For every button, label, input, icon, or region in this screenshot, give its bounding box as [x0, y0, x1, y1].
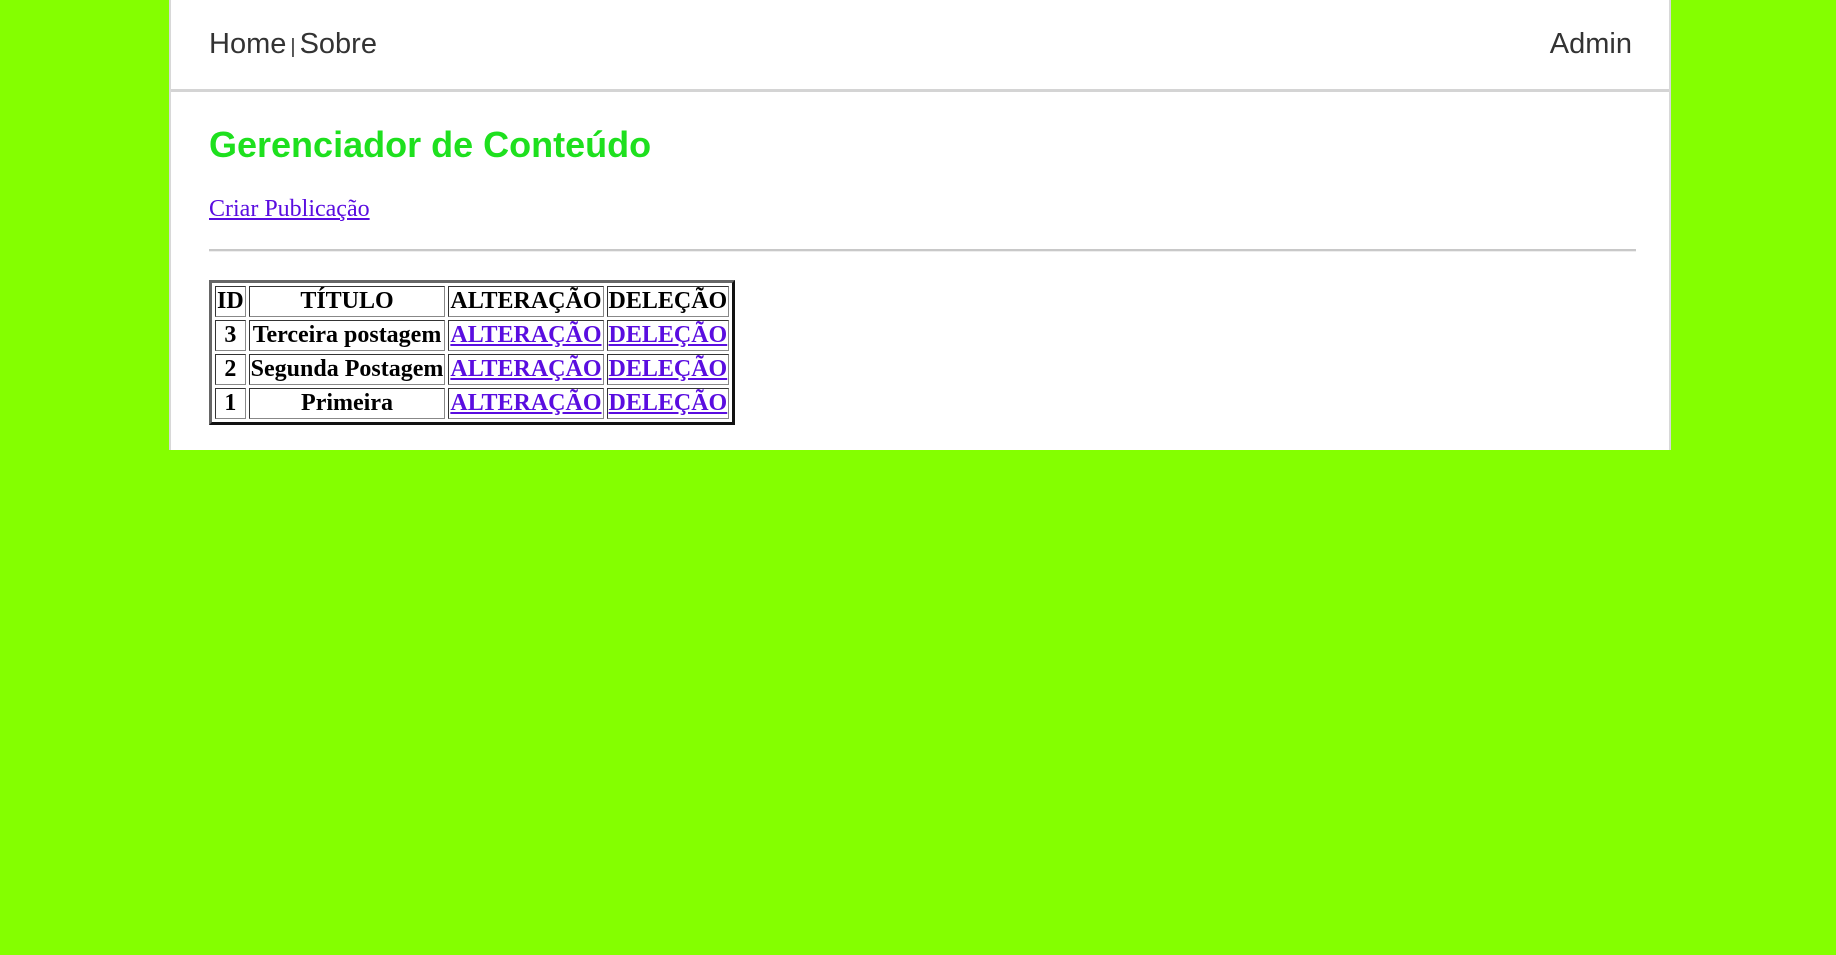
posts-table: ID TÍTULO ALTERAÇÃO DELEÇÃO 3 Terceira p…: [209, 280, 736, 425]
delete-link[interactable]: DELEÇÃO: [609, 356, 728, 382]
table-row: 3 Terceira postagem ALTERAÇÃO DELEÇÃO: [215, 320, 730, 351]
table-row: 2 Segunda Postagem ALTERAÇÃO DELEÇÃO: [215, 354, 730, 385]
page-title: Gerenciador de Conteúdo: [209, 124, 652, 165]
edit-link[interactable]: ALTERAÇÃO: [450, 390, 601, 416]
nav-home-link[interactable]: Home: [209, 28, 286, 60]
row-delete-cell: DELEÇÃO: [606, 320, 730, 351]
row-id: 2: [215, 354, 246, 385]
header-delete: DELEÇÃO: [606, 286, 730, 317]
nav-separator: |: [290, 36, 296, 58]
row-edit-cell: ALTERAÇÃO: [448, 320, 604, 351]
nav-admin-link[interactable]: Admin: [1550, 28, 1632, 60]
edit-link[interactable]: ALTERAÇÃO: [450, 356, 601, 382]
header-id: ID: [215, 286, 246, 317]
row-delete-cell: DELEÇÃO: [606, 388, 730, 419]
header-title: TÍTULO: [248, 286, 446, 317]
top-navigation: Home | Sobre Admin: [171, 0, 1669, 92]
page-container: Home | Sobre Admin Gerenciador de Conteúdo…: [169, 0, 1671, 450]
row-id: 3: [215, 320, 246, 351]
nav-right-links: Admin: [1550, 26, 1632, 62]
table-row: 1 Primeira ALTERAÇÃO DELEÇÃO: [215, 388, 730, 419]
divider: [209, 249, 1636, 252]
nav-about-link[interactable]: Sobre: [300, 28, 377, 60]
row-edit-cell: ALTERAÇÃO: [448, 388, 604, 419]
row-edit-cell: ALTERAÇÃO: [448, 354, 604, 385]
delete-link[interactable]: DELEÇÃO: [609, 390, 728, 416]
row-id: 1: [215, 388, 246, 419]
edit-link[interactable]: ALTERAÇÃO: [450, 322, 601, 348]
nav-left-links: Home | Sobre: [209, 26, 377, 65]
row-delete-cell: DELEÇÃO: [606, 354, 730, 385]
header-edit: ALTERAÇÃO: [448, 286, 604, 317]
row-title: Terceira postagem: [248, 320, 446, 351]
table-header-row: ID TÍTULO ALTERAÇÃO DELEÇÃO: [215, 286, 730, 317]
create-post-link[interactable]: Criar Publicação: [209, 193, 370, 225]
delete-link[interactable]: DELEÇÃO: [609, 322, 728, 348]
row-title: Primeira: [248, 388, 446, 419]
row-title: Segunda Postagem: [248, 354, 446, 385]
